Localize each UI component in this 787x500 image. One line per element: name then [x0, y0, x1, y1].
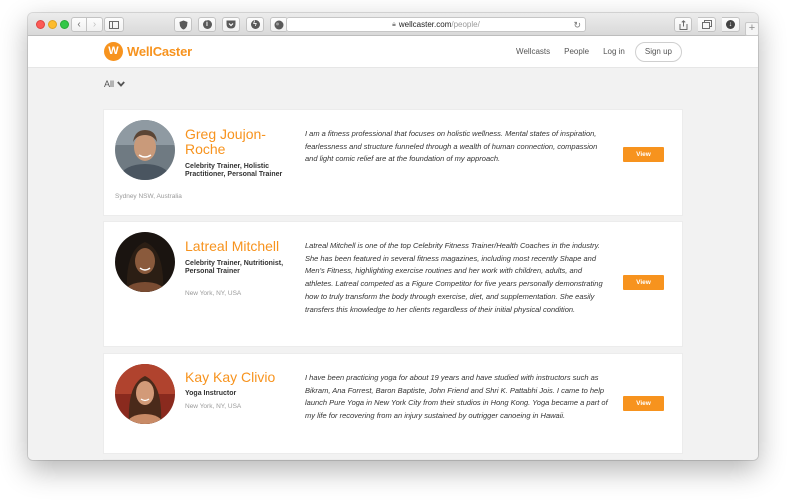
- extension-button[interactable]: [222, 17, 240, 32]
- site-header: W WellCaster Wellcasts People Log in Sig…: [28, 36, 758, 68]
- share-icon: [679, 19, 687, 30]
- avatar[interactable]: [115, 364, 175, 424]
- profile-photo: [115, 120, 175, 180]
- site-logo[interactable]: W WellCaster: [104, 42, 192, 61]
- people-page: All Greg Joujon-Roche Celebrity Trainer,…: [28, 69, 758, 460]
- nav-link-people[interactable]: People: [564, 42, 589, 62]
- profile-photo: [115, 232, 175, 292]
- person-title: Celebrity Trainer, Holistic Practitioner…: [185, 163, 283, 178]
- view-button[interactable]: View: [623, 396, 664, 411]
- share-button[interactable]: [674, 17, 692, 32]
- person-title: Celebrity Trainer, Nutritionist, Persona…: [185, 260, 284, 275]
- extension-button[interactable]: [174, 17, 192, 32]
- person-name[interactable]: Kay Kay Clivio: [185, 370, 295, 385]
- zoom-window-button[interactable]: [60, 20, 69, 29]
- sidebar-icon: [109, 20, 119, 29]
- sidebar-toggle-button[interactable]: [104, 17, 124, 32]
- tabs-icon: [701, 20, 712, 29]
- nav-link-login[interactable]: Log in: [603, 42, 625, 62]
- url-path: /people/: [451, 20, 480, 29]
- person-bio: I have been practicing yoga for about 19…: [305, 373, 608, 421]
- forward-button[interactable]: ›: [87, 17, 103, 32]
- filter-dropdown[interactable]: All: [104, 79, 125, 89]
- chevron-right-icon: ›: [92, 18, 97, 30]
- download-icon: ↓: [726, 20, 735, 29]
- person-card: Greg Joujon-Roche Celebrity Trainer, Hol…: [104, 110, 682, 215]
- shield-icon: [179, 20, 187, 29]
- person-card: Latreal Mitchell Celebrity Trainer, Nutr…: [104, 222, 682, 346]
- reload-icon[interactable]: ↻: [573, 20, 581, 31]
- signup-button[interactable]: Sign up: [634, 42, 682, 62]
- filter-label: All: [104, 79, 115, 89]
- person-name[interactable]: Latreal Mitchell: [185, 239, 295, 254]
- person-bio: I am a fitness professional that focuses…: [305, 129, 598, 164]
- view-button[interactable]: View: [623, 275, 664, 290]
- view-button[interactable]: View: [623, 147, 664, 162]
- person-location: Sydney NSW, Australia: [115, 193, 182, 200]
- person-location: New York, NY, USA: [185, 290, 242, 297]
- wellcaster-logo-icon: W: [104, 42, 123, 61]
- url-host: wellcaster.com: [398, 20, 452, 29]
- lock-icon: 🔒︎: [392, 20, 396, 28]
- browser-toolbar: ‹ › i ϟ 🔒︎ wellcaster.com /people/ ↻ ↓: [28, 13, 758, 36]
- nav-link-wellcasts[interactable]: Wellcasts: [516, 42, 550, 62]
- history-nav: ‹ ›: [71, 17, 103, 32]
- info-icon: i: [202, 20, 212, 29]
- extension-button[interactable]: i: [198, 17, 216, 32]
- profile-photo: [115, 364, 175, 424]
- downloads-button[interactable]: ↓: [722, 17, 740, 32]
- main-nav: Wellcasts People Log in Sign up: [502, 42, 682, 62]
- toolbar-right: ↓: [674, 17, 740, 32]
- browser-window: ‹ › i ϟ 🔒︎ wellcaster.com /people/ ↻ ↓ W…: [28, 13, 758, 460]
- extensions-bar: i ϟ: [174, 17, 288, 32]
- person-title: Yoga Instructor: [185, 390, 237, 397]
- sidebar-toggle-group: [104, 17, 124, 32]
- close-window-button[interactable]: [36, 20, 45, 29]
- avatar[interactable]: [115, 232, 175, 292]
- chevron-down-icon: [117, 81, 125, 87]
- minimize-window-button[interactable]: [48, 20, 57, 29]
- address-bar[interactable]: 🔒︎ wellcaster.com/people/ ↻: [286, 17, 586, 32]
- globe-icon: [274, 20, 284, 29]
- logo-text: WellCaster: [127, 44, 192, 59]
- new-tab-button[interactable]: +: [745, 22, 759, 36]
- person-location: New York, NY, USA: [185, 403, 242, 410]
- extension-button[interactable]: ϟ: [246, 17, 264, 32]
- person-bio: Latreal Mitchell is one of the top Celeb…: [305, 241, 603, 314]
- avatar[interactable]: [115, 120, 175, 180]
- lightning-icon: ϟ: [250, 20, 260, 29]
- back-button[interactable]: ‹: [71, 17, 87, 32]
- person-name[interactable]: Greg Joujon-Roche: [185, 127, 287, 157]
- pocket-icon: [226, 20, 236, 29]
- tabs-overview-button[interactable]: [698, 17, 716, 32]
- person-card: Kay Kay Clivio Yoga Instructor New York,…: [104, 354, 682, 453]
- chevron-left-icon: ‹: [77, 18, 81, 30]
